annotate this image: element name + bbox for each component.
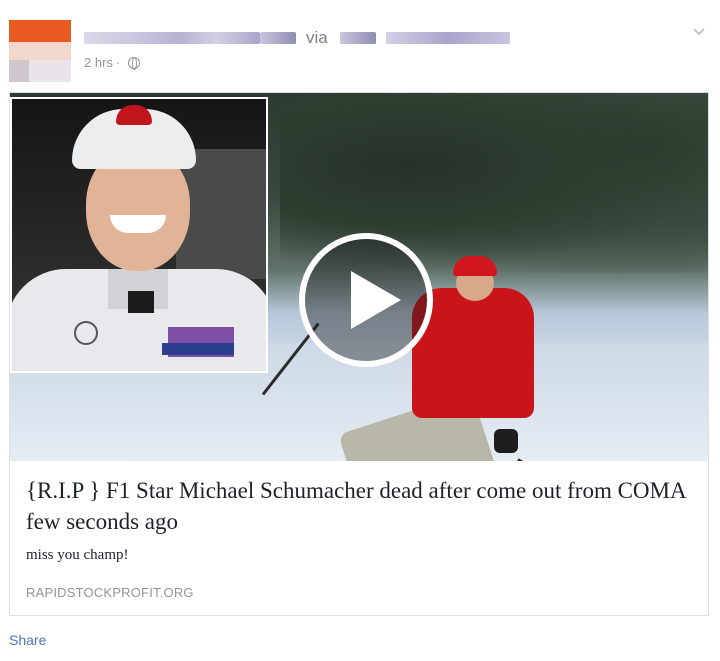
- feed-post: via 2 hrs · {R.I.P} F1 Star Michael Sch…: [0, 0, 720, 661]
- link-preview-card[interactable]: {R.I.P } F1 Star Michael Schumacher dead…: [9, 92, 709, 616]
- source-name-redacted[interactable]: [339, 32, 376, 44]
- chevron-down-icon[interactable]: [692, 24, 706, 38]
- avatar[interactable]: [9, 20, 71, 82]
- link-domain: RAPIDSTOCKPROFIT.ORG: [26, 585, 194, 600]
- sponsor-logo: [74, 321, 98, 345]
- post-meta: 2 hrs ·: [84, 55, 141, 70]
- video-thumbnail[interactable]: [10, 93, 708, 461]
- inset-portrait: [10, 97, 268, 373]
- via-label: via: [306, 28, 328, 47]
- skier-glove: [494, 429, 518, 453]
- skier-cap: [453, 256, 497, 276]
- author-name-redacted-2[interactable]: [260, 32, 296, 44]
- globe-icon[interactable]: [128, 56, 141, 70]
- post-header: via: [84, 28, 510, 48]
- meta-separator: ·: [115, 55, 121, 70]
- timestamp[interactable]: 2 hrs: [84, 55, 113, 70]
- share-link[interactable]: Share: [9, 632, 46, 648]
- author-name-redacted[interactable]: [84, 32, 260, 44]
- link-title[interactable]: {R.I.P } F1 Star Michael Schumacher dead…: [26, 475, 696, 537]
- link-description: miss you champ!: [26, 547, 129, 563]
- play-icon[interactable]: [299, 233, 433, 367]
- source-name-redacted-2[interactable]: [385, 32, 510, 44]
